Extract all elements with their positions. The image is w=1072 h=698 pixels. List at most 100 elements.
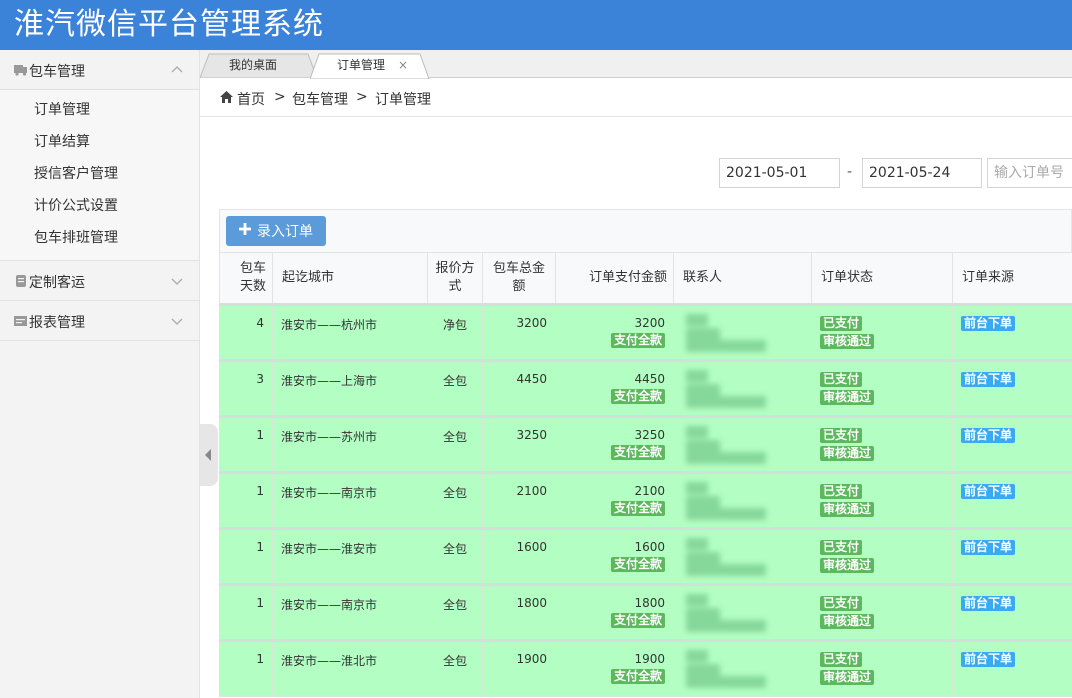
status-badge-paid: 已支付 [820, 596, 863, 611]
sidebar-item-credit-customers[interactable]: 授信客户管理 [0, 158, 199, 190]
menu-group-charter[interactable]: 包车管理 [0, 50, 199, 90]
pay-status-badge: 支付全款 [610, 669, 665, 684]
breadcrumb-separator: > [274, 89, 286, 105]
cell-status: 已支付 审核通过 [811, 415, 953, 473]
menu-group-custom-transport[interactable]: 定制客运 [0, 261, 199, 301]
bus-icon [14, 65, 27, 76]
cell-route: 淮安市——南京市 [272, 471, 428, 529]
cell-contact [673, 303, 812, 361]
status-badge-approved: 审核通过 [820, 390, 875, 405]
tab-order-management[interactable]: 订单管理 × [310, 53, 432, 79]
cell-source: 前台下单 [952, 583, 1072, 641]
cell-days: 1 [219, 527, 273, 585]
column-header-status[interactable]: 订单状态 [811, 252, 953, 305]
pay-amount-value: 2100 [634, 484, 665, 498]
source-badge: 前台下单 [961, 428, 1016, 443]
pay-status-badge: 支付全款 [610, 333, 665, 348]
header-line: 天数 [239, 279, 266, 294]
sidebar-item-order-management[interactable]: 订单管理 [0, 94, 199, 126]
source-badge: 前台下单 [961, 316, 1016, 331]
table-row[interactable]: 3 淮安市——上海市 全包 4450 4450 支付全款 已支付 审核通过 前台… [219, 359, 1072, 417]
cell-quote: 全包 [427, 527, 483, 585]
source-badge: 前台下单 [961, 540, 1016, 555]
column-header-contact[interactable]: 联系人 [673, 252, 812, 305]
table-row[interactable]: 1 淮安市——南京市 全包 1800 1800 支付全款 已支付 审核通过 前台… [219, 583, 1072, 641]
cell-route: 淮安市——淮北市 [272, 639, 428, 697]
redacted-contact [682, 480, 803, 522]
redacted-contact [682, 592, 803, 634]
status-badge-approved: 审核通过 [820, 614, 875, 629]
cell-status: 已支付 审核通过 [811, 303, 953, 361]
tab-label: 订单管理 [337, 58, 386, 72]
start-date-input[interactable] [719, 158, 840, 188]
tab-my-desktop[interactable]: 我的桌面 [200, 53, 320, 78]
cell-route: 淮安市——上海市 [272, 359, 428, 417]
status-badge-paid: 已支付 [820, 428, 863, 443]
cell-contact [673, 527, 812, 585]
status-badge-approved: 审核通过 [820, 558, 875, 573]
cell-pay-amount: 1800 支付全款 [555, 583, 674, 641]
breadcrumb-home[interactable]: 首页 [237, 89, 265, 109]
table-toolbar: 录入订单 [219, 209, 1072, 252]
header-line: 报价方 [435, 261, 475, 276]
cell-days: 1 [219, 583, 273, 641]
cell-route: 淮安市——南京市 [272, 583, 428, 641]
sidebar-collapse-handle[interactable] [200, 424, 218, 486]
chevron-down-icon [171, 318, 183, 325]
table-row[interactable]: 1 淮安市——南京市 全包 2100 2100 支付全款 已支付 审核通过 前台… [219, 471, 1072, 529]
status-badge-paid: 已支付 [820, 316, 863, 331]
cell-total: 1600 [482, 527, 556, 585]
add-order-button[interactable]: 录入订单 [226, 216, 326, 246]
pay-status-badge: 支付全款 [610, 501, 665, 516]
home-icon [220, 91, 233, 103]
sidebar: 包车管理 订单管理 订单结算 授信客户管理 计价公式设置 包车排班管理 定制客运… [0, 50, 200, 698]
close-icon[interactable]: × [398, 53, 408, 77]
order-number-input[interactable] [987, 158, 1072, 188]
cell-source: 前台下单 [952, 359, 1072, 417]
table-row[interactable]: 1 淮安市——淮安市 全包 1600 1600 支付全款 已支付 审核通过 前台… [219, 527, 1072, 585]
cell-status: 已支付 审核通过 [811, 639, 953, 697]
cell-status: 已支付 审核通过 [811, 471, 953, 529]
cell-days: 1 [219, 639, 273, 697]
cell-total: 1800 [482, 583, 556, 641]
cell-total: 4450 [482, 359, 556, 417]
redacted-contact [682, 424, 803, 466]
sidebar-item-charter-schedule[interactable]: 包车排班管理 [0, 222, 199, 254]
end-date-input[interactable] [862, 158, 982, 188]
status-badge-approved: 审核通过 [820, 502, 875, 517]
header-line: 额 [512, 279, 526, 294]
pay-amount-value: 4450 [634, 372, 665, 386]
cell-quote: 全包 [427, 415, 483, 473]
app-header: 淮汽微信平台管理系统 [0, 0, 1072, 50]
redacted-contact [682, 536, 803, 578]
cell-quote: 全包 [427, 639, 483, 697]
pay-status-badge: 支付全款 [610, 389, 665, 404]
cell-route: 淮安市——杭州市 [272, 303, 428, 361]
table-body: 4 淮安市——杭州市 净包 3200 3200 支付全款 已支付 审核通过 前台… [219, 303, 1072, 697]
column-header-pay-amount[interactable]: 订单支付金额 [555, 252, 674, 305]
source-badge: 前台下单 [961, 484, 1016, 499]
column-header-days[interactable]: 包车 天数 [219, 252, 273, 305]
status-badge-paid: 已支付 [820, 484, 863, 499]
pay-amount-value: 1900 [634, 652, 665, 666]
column-header-route[interactable]: 起讫城市 [272, 252, 428, 305]
status-badge-paid: 已支付 [820, 652, 863, 667]
cell-source: 前台下单 [952, 527, 1072, 585]
table-row[interactable]: 1 淮安市——淮北市 全包 1900 1900 支付全款 已支付 审核通过 前台… [219, 639, 1072, 697]
status-badge-approved: 审核通过 [820, 446, 875, 461]
cell-pay-amount: 3250 支付全款 [555, 415, 674, 473]
sidebar-item-pricing-formula[interactable]: 计价公式设置 [0, 190, 199, 222]
cell-pay-amount: 4450 支付全款 [555, 359, 674, 417]
column-header-source[interactable]: 订单来源 [952, 252, 1072, 305]
sidebar-item-order-settlement[interactable]: 订单结算 [0, 126, 199, 158]
table-row[interactable]: 1 淮安市——苏州市 全包 3250 3250 支付全款 已支付 审核通过 前台… [219, 415, 1072, 473]
cell-contact [673, 359, 812, 417]
column-header-total[interactable]: 包车总金 额 [482, 252, 556, 305]
menu-group-reports[interactable]: 报表管理 [0, 301, 199, 341]
cell-contact [673, 471, 812, 529]
table-row[interactable]: 4 淮安市——杭州市 净包 3200 3200 支付全款 已支付 审核通过 前台… [219, 303, 1072, 361]
menu-group-label: 报表管理 [29, 315, 85, 331]
breadcrumb-charter[interactable]: 包车管理 [292, 89, 348, 109]
pay-amount-value: 3250 [634, 428, 665, 442]
column-header-quote[interactable]: 报价方 式 [427, 252, 483, 305]
